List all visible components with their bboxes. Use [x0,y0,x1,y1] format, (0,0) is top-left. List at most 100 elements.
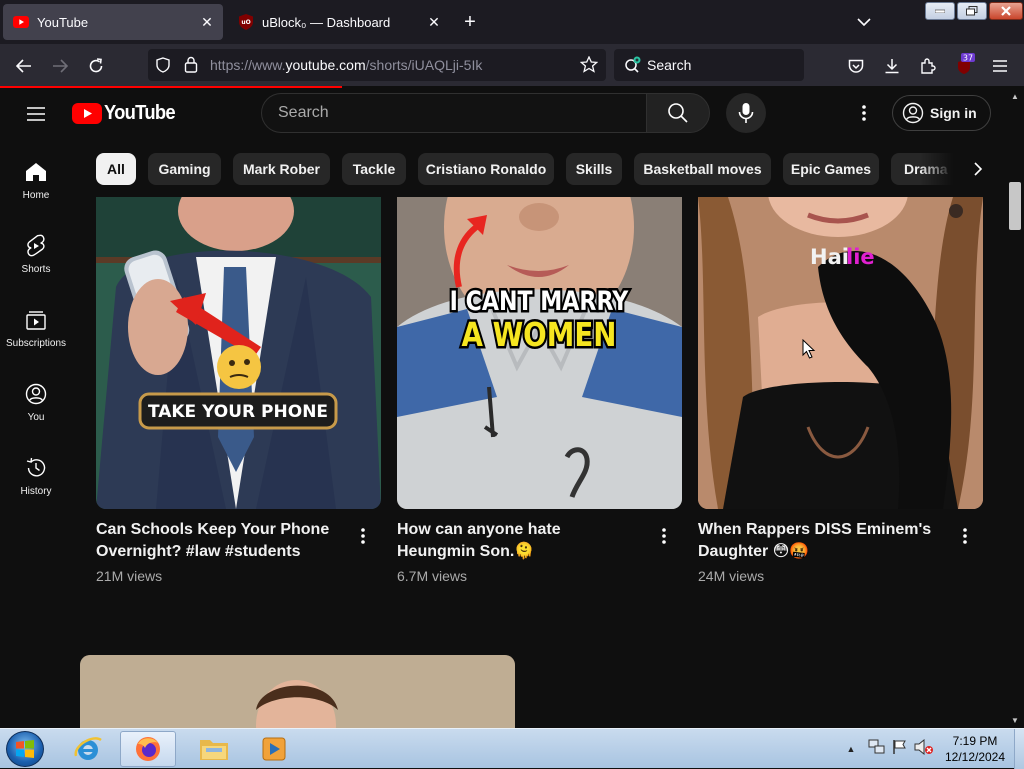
search-button[interactable] [646,93,710,133]
nav-label: Subscriptions [5,338,67,349]
tracking-protection-shield-icon[interactable] [156,57,170,76]
nav-item-home[interactable]: Home [0,140,72,214]
restore-button[interactable] [957,2,987,20]
video-thumbnail[interactable] [80,655,515,728]
pocket-icon[interactable] [843,53,869,79]
chip-gaming[interactable]: Gaming [148,153,221,185]
scroll-down-icon[interactable]: ▼ [1006,712,1024,728]
youtube-logo[interactable]: YouTube [72,102,181,125]
chip-epic-games[interactable]: Epic Games [783,153,879,185]
more-actions-icon[interactable] [654,524,674,548]
chevron-down-icon[interactable] [852,10,876,34]
back-arrow-icon[interactable] [11,53,37,79]
new-tab-button[interactable]: + [458,10,482,34]
sign-in-label: Sign in [930,105,977,121]
nav-item-you[interactable]: You [0,362,72,436]
svg-text:uO: uO [241,19,250,26]
page-scrollbar[interactable]: ▲ ▼ [1006,88,1024,728]
chip-basketball-moves[interactable]: Basketball moves [634,153,771,185]
more-actions-icon[interactable] [955,524,975,548]
subscriptions-icon [24,308,48,332]
browser-search-bar[interactable]: Search [614,49,804,81]
taskbar-clock[interactable]: 7:19 PM 12/12/2024 [940,733,1010,765]
close-icon[interactable]: ✕ [197,12,217,32]
youtube-icon [13,14,29,30]
search-engine-icon[interactable] [624,56,642,74]
thumbnail-image: Hai lie [698,197,983,509]
short-views: 6.7M views [397,568,468,584]
more-actions-icon[interactable] [353,524,373,548]
tab-ublock-dashboard[interactable]: uO uBlock₀ — Dashboard ✕ [228,4,450,40]
tab-youtube[interactable]: YouTube ✕ [3,4,223,40]
bookmark-star-icon[interactable] [579,55,599,76]
chip-mark-rober[interactable]: Mark Rober [233,153,330,185]
chip-skills[interactable]: Skills [566,153,622,185]
browser-tab-strip: YouTube ✕ uO uBlock₀ — Dashboard ✕ + [0,0,1024,44]
url-bar[interactable]: https://www.youtube.com/shorts/iUAQLji-5… [148,49,606,81]
firefox-taskbar-icon[interactable] [120,731,176,767]
windows-taskbar: ▲ 7:19 PM 12/12/2024 [0,728,1024,769]
reload-icon[interactable] [83,53,109,79]
mouse-cursor-icon [802,338,816,365]
nav-label: You [27,412,45,423]
downloads-icon[interactable] [879,53,905,79]
scroll-up-icon[interactable]: ▲ [1006,88,1024,104]
short-thumbnail[interactable]: Hai lie [698,197,983,509]
volume-muted-icon[interactable] [914,738,934,760]
chip-tackle[interactable]: Tackle [342,153,406,185]
start-button[interactable] [6,731,44,767]
show-desktop-button[interactable] [1014,729,1024,769]
short-thumbnail[interactable]: TAKE YOUR PHONE [96,197,381,509]
show-hidden-icons-icon[interactable]: ▲ [842,744,860,754]
action-center-flag-icon[interactable] [892,739,908,760]
tab-title: uBlock₀ — Dashboard [262,14,391,30]
voice-search-button[interactable] [726,93,766,133]
chip-all[interactable]: All [96,153,136,185]
close-icon[interactable]: ✕ [424,12,444,32]
app-menu-icon[interactable] [987,53,1013,79]
network-icon[interactable] [868,739,886,760]
clock-date: 12/12/2024 [944,750,1006,764]
short-title[interactable]: Can Schools Keep Your Phone Overnight? #… [96,519,340,563]
minimize-button[interactable] [925,2,955,20]
lock-icon[interactable] [184,56,198,76]
short-views: 21M views [96,568,163,584]
nav-item-history[interactable]: History [0,436,72,510]
account-icon [902,102,924,124]
media-player-icon[interactable] [246,731,302,767]
shorts-grid: TAKE YOUR PHONE Can Schools Keep Your Ph… [72,197,1006,728]
search-icon [668,103,688,123]
file-explorer-icon[interactable] [186,731,242,767]
browser-navbar: https://www.youtube.com/shorts/iUAQLji-5… [0,44,1024,86]
chip-cristiano-ronaldo[interactable]: Cristiano Ronaldo [418,153,554,185]
thumbnail-image: TAKE YOUR PHONE [96,197,381,509]
short-title[interactable]: When Rappers DISS Eminem's Daughter 😳🤬 [698,519,942,563]
short-thumbnail[interactable]: I CANT MARRY A WOMEN [397,197,682,509]
url-text: https://www.youtube.com/shorts/iUAQLji-5… [210,57,482,73]
short-title[interactable]: How can anyone hate Heungmin Son.🫠 [397,519,641,563]
search-placeholder: Search [278,104,329,121]
guide-menu-icon[interactable] [24,102,48,126]
sign-in-button[interactable]: Sign in [892,95,991,131]
url-path: /shorts/iUAQLji-5Ik [365,57,483,73]
chevron-right-icon[interactable] [966,157,990,181]
ublock-extension-icon[interactable]: 37 [951,53,977,79]
internet-explorer-icon[interactable] [60,731,116,767]
scrollbar-thumb[interactable] [1009,182,1021,230]
youtube-header: YouTube Search Sign in [0,88,1006,140]
thumbnail-image [80,655,515,728]
youtube-logo-icon [72,103,102,124]
youtube-search-input[interactable]: Search [261,93,647,133]
settings-kebab-icon[interactable] [852,101,876,125]
nav-label: Home [22,190,50,201]
system-tray: ▲ [842,729,934,769]
logo-text: YouTube [104,102,176,124]
nav-label: History [20,486,52,497]
extensions-icon[interactable] [915,53,941,79]
window-close-button[interactable] [989,2,1023,20]
nav-item-subscriptions[interactable]: Subscriptions [0,288,72,362]
thumbnail-overlay-text: lie [846,245,875,269]
forward-arrow-icon[interactable] [47,53,73,79]
nav-item-shorts[interactable]: Shorts [0,214,72,288]
history-icon [24,456,48,480]
